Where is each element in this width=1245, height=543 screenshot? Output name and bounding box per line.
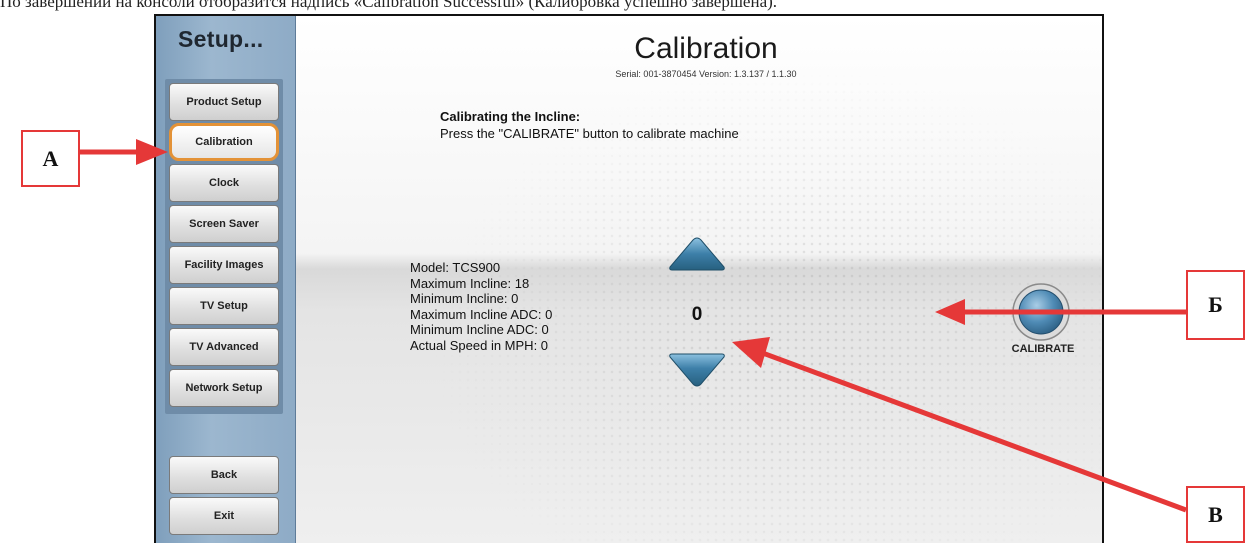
arrow-b-head (935, 299, 965, 325)
annotation-arrows (80, 139, 1187, 513)
arrow-v-head (732, 337, 770, 368)
arrow-a-head (136, 139, 168, 165)
arrow-v-shaft (759, 349, 1187, 513)
